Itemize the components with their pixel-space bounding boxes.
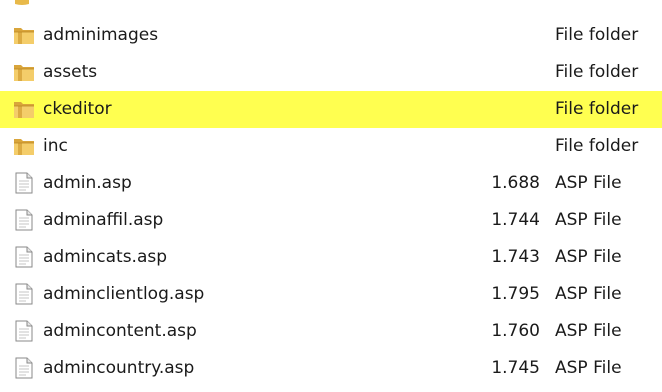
document-icon — [15, 209, 33, 231]
file-type: File folder — [555, 136, 639, 156]
folder-icon — [14, 139, 34, 155]
file-size: 1.760 — [491, 321, 540, 341]
folder-icon — [14, 102, 34, 118]
file-name: adminimages — [43, 25, 159, 45]
document-icon — [15, 246, 33, 268]
list-item[interactable]: adminimages File folder — [0, 17, 662, 54]
file-type: File folder — [555, 62, 639, 82]
file-name: admin.asp — [43, 173, 132, 193]
file-name: adminclientlog.asp — [43, 284, 205, 304]
document-icon — [15, 172, 33, 194]
file-size: 1.744 — [491, 210, 540, 230]
folder-icon — [14, 65, 34, 81]
file-size: 1.795 — [491, 284, 540, 304]
file-size: 1.745 — [491, 358, 540, 378]
file-type: ASP File — [555, 358, 622, 378]
file-name: inc — [43, 136, 68, 156]
file-name: ckeditor — [43, 99, 112, 119]
document-icon — [15, 283, 33, 305]
file-name: admincountry.asp — [43, 358, 195, 378]
file-name: adminaffil.asp — [43, 210, 164, 230]
file-list: adminimages File folder assets File fold… — [0, 17, 662, 387]
document-icon — [15, 320, 33, 342]
folder-icon — [15, 0, 29, 5]
folder-icon — [14, 28, 34, 44]
file-type: File folder — [555, 99, 639, 119]
file-type: ASP File — [555, 173, 622, 193]
list-item[interactable]: admincontent.asp 1.760 ASP File — [0, 313, 662, 350]
list-item[interactable]: adminclientlog.asp 1.795 ASP File — [0, 276, 662, 313]
list-item[interactable]: admin.asp 1.688 ASP File — [0, 165, 662, 202]
file-name: admincontent.asp — [43, 321, 197, 341]
list-item[interactable]: ckeditor File folder — [0, 91, 662, 128]
list-item[interactable]: inc File folder — [0, 128, 662, 165]
file-type: ASP File — [555, 321, 622, 341]
list-item[interactable]: admincats.asp 1.743 ASP File — [0, 239, 662, 276]
document-icon — [15, 357, 33, 379]
list-item[interactable]: assets File folder — [0, 54, 662, 91]
list-item[interactable]: adminaffil.asp 1.744 ASP File — [0, 202, 662, 239]
file-type: ASP File — [555, 247, 622, 267]
file-type: ASP File — [555, 284, 622, 304]
list-item[interactable]: admincountry.asp 1.745 ASP File — [0, 350, 662, 387]
file-size: 1.688 — [491, 173, 540, 193]
file-name: admincats.asp — [43, 247, 168, 267]
file-size: 1.743 — [491, 247, 540, 267]
file-type: File folder — [555, 25, 639, 45]
file-name: assets — [43, 62, 98, 82]
file-type: ASP File — [555, 210, 622, 230]
